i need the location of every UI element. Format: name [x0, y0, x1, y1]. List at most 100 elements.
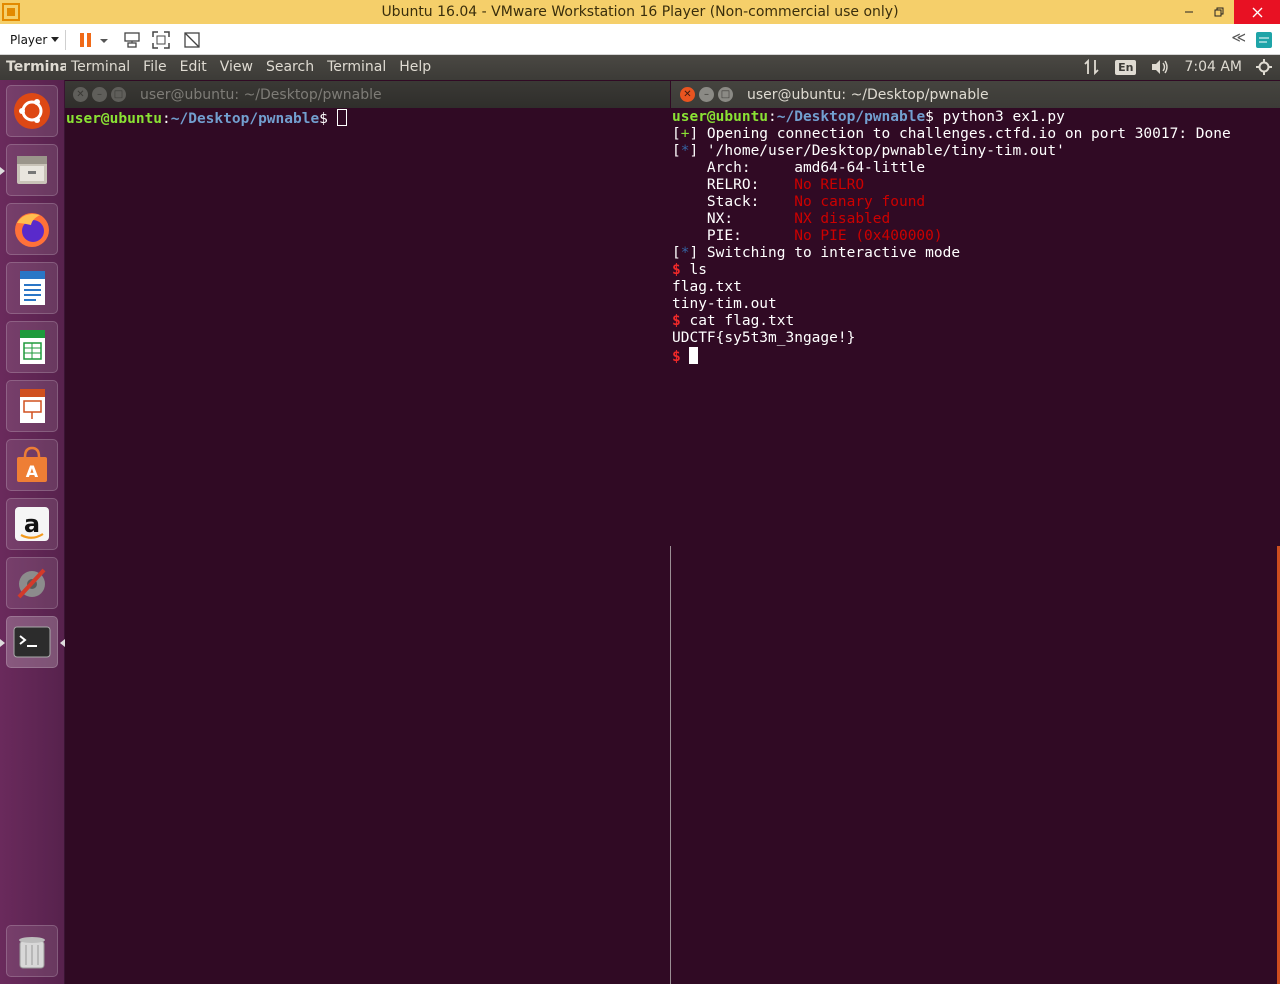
- terminal-title: user@ubuntu: ~/Desktop/pwnable: [140, 86, 382, 103]
- menu-terminal-title[interactable]: Terminal: [71, 59, 130, 75]
- maximize-button[interactable]: □: [111, 87, 126, 102]
- prompt-user: user@ubuntu: [672, 109, 769, 125]
- minimize-button[interactable]: –: [92, 87, 107, 102]
- maximize-button[interactable]: □: [718, 87, 733, 102]
- prompt-path: ~/Desktop/pwnable: [776, 109, 926, 125]
- menu-edit[interactable]: Edit: [180, 59, 207, 75]
- unity-mode-icon[interactable]: [182, 30, 202, 50]
- launcher-software-button[interactable]: A: [6, 439, 58, 491]
- firefox-icon: [15, 213, 49, 247]
- trash-icon: [19, 937, 45, 969]
- remote-prompt: $: [672, 313, 690, 329]
- running-indicator: [0, 639, 5, 647]
- menu-help[interactable]: Help: [399, 59, 431, 75]
- terminal-window-left[interactable]: ✕ – □ user@ubuntu: ~/Desktop/pwnable use…: [65, 81, 670, 984]
- launcher-settings-button[interactable]: [6, 557, 58, 609]
- shopping-bag-icon: A: [17, 446, 47, 482]
- maximize-icon: □: [720, 88, 731, 100]
- presentation-impress-icon: [20, 389, 45, 423]
- checksec-value: No RELRO: [794, 177, 865, 193]
- menu-view[interactable]: View: [220, 59, 253, 75]
- vmware-toolbar: Player ≪: [0, 24, 1280, 55]
- restore-icon: [1214, 7, 1224, 17]
- remote-prompt: $: [672, 349, 690, 365]
- document-writer-icon: [20, 271, 45, 305]
- clock[interactable]: 7:04 AM: [1184, 59, 1242, 75]
- launcher-trash-button[interactable]: [6, 925, 58, 977]
- command-text: cat flag.txt: [689, 313, 795, 329]
- terminal-titlebar[interactable]: ✕ – □ user@ubuntu: ~/Desktop/pwnable: [65, 81, 670, 108]
- ubuntu-logo-icon: [14, 93, 50, 129]
- checksec-relro: RELRO: No RELRO: [672, 177, 1279, 194]
- text-cursor: [336, 109, 347, 126]
- volume-icon[interactable]: [1150, 58, 1170, 76]
- launcher-amazon-button[interactable]: a: [6, 498, 58, 550]
- prompt-symbol: $: [319, 111, 337, 127]
- minimize-icon: [1185, 11, 1193, 13]
- minimize-button[interactable]: [1174, 0, 1204, 24]
- restore-button[interactable]: [1204, 0, 1234, 24]
- menu-terminal[interactable]: Terminal: [327, 59, 386, 75]
- output-text: '/home/user/Desktop/pwnable/tiny-tim.out…: [698, 143, 1065, 159]
- window-divider: [670, 546, 671, 984]
- status-tag: *: [680, 143, 690, 159]
- player-menu-label: Player: [10, 33, 48, 47]
- amazon-icon: a: [15, 507, 49, 541]
- minimize-button[interactable]: –: [699, 87, 714, 102]
- checksec-arch: Arch: amd64-64-little: [672, 160, 1279, 177]
- send-ctrl-alt-del-icon[interactable]: [122, 30, 142, 50]
- window-title: Ubuntu 16.04 - VMware Workstation 16 Pla…: [381, 4, 899, 20]
- remote-prompt: $: [672, 262, 690, 278]
- launcher-calc-button[interactable]: [6, 321, 58, 373]
- launcher-files-button[interactable]: [6, 144, 58, 196]
- checksec-value: amd64-64-little: [794, 160, 926, 176]
- close-button[interactable]: ✕: [73, 87, 88, 102]
- running-indicator: [0, 167, 5, 175]
- terminal-output[interactable]: user@ubuntu:~/Desktop/pwnable$ python3 e…: [671, 108, 1280, 367]
- menu-file[interactable]: File: [143, 59, 166, 75]
- checksec-label: RELRO:: [672, 177, 795, 193]
- terminal-output[interactable]: user@ubuntu:~/Desktop/pwnable$: [65, 108, 670, 129]
- close-window-button[interactable]: [1234, 0, 1280, 24]
- launcher-firefox-button[interactable]: [6, 203, 58, 255]
- output-text: Opening connection to challenges.ctfd.io…: [698, 126, 1231, 142]
- prompt-user: user@ubuntu: [66, 111, 163, 127]
- shell-command-line: $ cat flag.txt: [672, 313, 1279, 330]
- launcher-dash-button[interactable]: [6, 85, 58, 137]
- svg-text:A: A: [26, 462, 39, 481]
- collapse-toolbar-button[interactable]: ≪: [1231, 30, 1246, 46]
- terminal-window-right[interactable]: ✕ – □ user@ubuntu: ~/Desktop/pwnable use…: [671, 81, 1280, 984]
- output-line: [+] Opening connection to challenges.ctf…: [672, 126, 1231, 142]
- keyboard-layout-indicator[interactable]: En: [1115, 59, 1137, 75]
- launcher-terminal-button[interactable]: [6, 616, 58, 668]
- notes-icon[interactable]: [1254, 30, 1274, 50]
- toolbar-divider: [65, 30, 66, 50]
- gear-icon[interactable]: [1256, 59, 1272, 75]
- menu-search[interactable]: Search: [266, 59, 314, 75]
- prompt-symbol: $: [925, 109, 943, 125]
- app-menu-bar: Terminal File Edit View Search Terminal …: [71, 59, 431, 75]
- network-icon[interactable]: [1083, 58, 1101, 76]
- minimize-icon: –: [97, 88, 102, 100]
- pause-icon[interactable]: [76, 30, 96, 50]
- launcher-impress-button[interactable]: [6, 380, 58, 432]
- flag-output: UDCTF{sy5t3m_3ngage!}: [672, 330, 856, 346]
- maximize-icon: □: [113, 88, 124, 100]
- prompt-colon: :: [162, 111, 171, 127]
- launcher-writer-button[interactable]: [6, 262, 58, 314]
- player-menu-button[interactable]: Player: [6, 30, 63, 50]
- output-text: flag.txt: [672, 279, 742, 295]
- panel-indicators: En 7:04 AM: [1083, 58, 1272, 76]
- checksec-label: Arch:: [672, 160, 795, 176]
- checksec-pie: PIE: No PIE (0x400000): [672, 228, 1279, 245]
- terminal-titlebar[interactable]: ✕ – □ user@ubuntu: ~/Desktop/pwnable: [671, 81, 1280, 108]
- panel-app-name: Terminal: [6, 59, 66, 75]
- command-text: python3 ex1.py: [942, 109, 1065, 125]
- checksec-value: No canary found: [794, 194, 926, 210]
- terminal-icon: [13, 626, 51, 658]
- pause-dropdown-icon[interactable]: [98, 30, 110, 50]
- output-text: Switching to interactive mode: [698, 245, 961, 261]
- fullscreen-icon[interactable]: [151, 30, 171, 50]
- svg-text:a: a: [24, 510, 40, 538]
- close-button[interactable]: ✕: [680, 87, 695, 102]
